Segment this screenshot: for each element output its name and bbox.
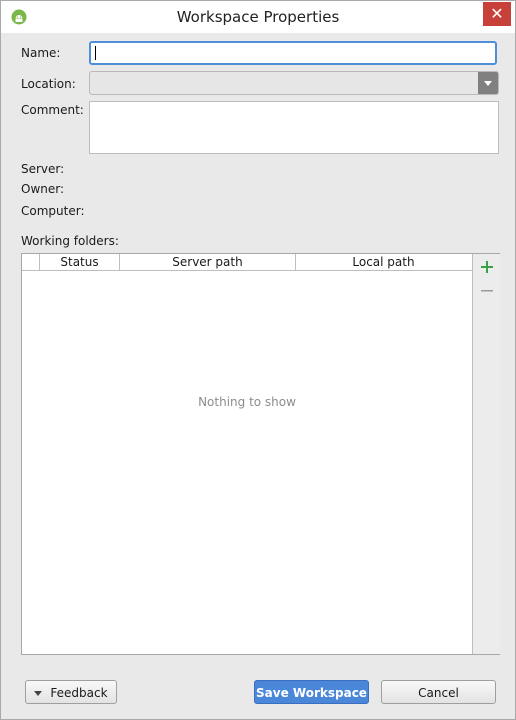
computer-label: Computer: [21,204,85,218]
window-title: Workspace Properties [176,8,340,26]
chevron-down-icon [34,691,43,696]
working-folders-table[interactable]: Status Server path Local path Nothing to… [21,253,500,655]
name-field[interactable] [89,41,497,65]
workspace-properties-dialog: Workspace Properties ✕ Name: Location: C… [0,0,516,720]
comment-field[interactable] [89,101,499,154]
column-header-server-path[interactable]: Server path [120,254,296,270]
cancel-button[interactable]: Cancel [381,680,496,704]
empty-state-text: Nothing to show [198,395,296,409]
title-bar: Workspace Properties ✕ [1,1,515,33]
comment-label: Comment: [21,103,84,117]
text-caret [95,46,96,60]
location-select[interactable] [89,71,499,95]
table-header: Status Server path Local path [22,254,472,271]
close-icon[interactable]: ✕ [483,2,511,26]
save-workspace-button[interactable]: Save Workspace [254,680,369,704]
server-label: Server: [21,162,65,176]
name-label: Name: [21,46,61,60]
owner-label: Owner: [21,182,65,196]
chevron-down-icon[interactable] [478,72,498,94]
feedback-button[interactable]: Feedback [25,680,117,704]
working-folders-label: Working folders: [21,234,119,248]
column-header-status[interactable]: Status [40,254,120,270]
table-toolbar [472,254,500,654]
column-header-select[interactable] [22,254,40,270]
location-label: Location: [21,77,76,91]
feedback-label: Feedback [50,686,108,700]
column-header-local-path[interactable]: Local path [296,254,471,270]
minus-icon[interactable] [480,284,494,298]
plus-icon[interactable] [480,260,494,274]
